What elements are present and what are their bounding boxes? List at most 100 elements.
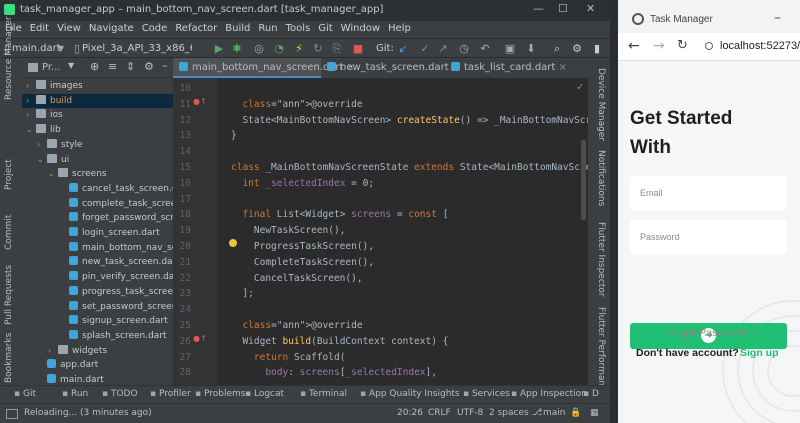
tool-app-inspection[interactable]: ▪ App Inspection: [511, 389, 587, 399]
tool-tab-flutter-performance[interactable]: Flutter Performance: [596, 307, 606, 397]
git-history-icon[interactable]: ◷: [457, 41, 471, 56]
tree-item[interactable]: forget_password_screen.dart: [22, 211, 173, 225]
stop-icon[interactable]: ■: [351, 41, 365, 56]
site-info-icon[interactable]: [705, 42, 713, 50]
tree-item[interactable]: cancel_task_screen.dart: [22, 182, 173, 196]
hot-reload-icon[interactable]: ⚡: [292, 41, 306, 56]
tree-item[interactable]: signup_screen.dart: [22, 314, 173, 328]
tool-tab-resource-manager[interactable]: Resource Manager: [4, 16, 14, 100]
tool-logcat[interactable]: ▪ Logcat: [245, 389, 284, 399]
chevron-down-icon[interactable]: ▼: [54, 41, 68, 56]
tab-task-list-card-dart[interactable]: task_list_card.dart ×: [445, 58, 588, 78]
tool-tab-bookmarks[interactable]: Bookmarks: [4, 333, 14, 383]
collapse-icon[interactable]: ≡: [108, 60, 117, 73]
device-selector[interactable]: Pixel_3a_API_33_x86_64: [82, 41, 192, 56]
tree-item[interactable]: app.dart: [22, 358, 173, 372]
profile-icon[interactable]: ◔: [272, 41, 286, 56]
gear-icon[interactable]: ⚙: [570, 41, 584, 56]
expand-arrow-icon[interactable]: ›: [37, 138, 47, 152]
attach-icon[interactable]: ⎘: [330, 41, 344, 56]
maximize-icon[interactable]: ☐: [558, 2, 568, 15]
locate-icon[interactable]: ⊕: [90, 60, 99, 73]
tree-item[interactable]: ⌄ lib: [22, 123, 173, 137]
menu-run[interactable]: Run: [253, 21, 280, 34]
tree-item[interactable]: login_screen.dart: [22, 226, 173, 240]
tree-item[interactable]: progress_task_screen.dart: [22, 285, 173, 299]
caret-position[interactable]: 20:26: [397, 408, 423, 418]
back-arrow-icon[interactable]: ←: [628, 38, 640, 54]
forward-arrow-icon[interactable]: →: [653, 38, 665, 54]
hide-icon[interactable]: –: [162, 59, 168, 72]
menu-git[interactable]: Git: [313, 21, 335, 34]
tree-item[interactable]: complete_task_screen.dart: [22, 197, 173, 211]
panel-toggle-icon[interactable]: [6, 409, 18, 419]
close-tab-icon[interactable]: ×: [555, 62, 567, 73]
tree-item[interactable]: › images: [22, 79, 173, 93]
tree-item[interactable]: › ios: [22, 108, 173, 122]
expand-arrow-icon[interactable]: ›: [26, 108, 36, 122]
tool-tab-project[interactable]: Project: [4, 159, 14, 190]
tree-item[interactable]: › build: [22, 93, 173, 108]
menu-tools[interactable]: Tools: [281, 21, 314, 34]
git-update-icon[interactable]: ↙: [396, 41, 410, 56]
menu-view[interactable]: View: [52, 21, 84, 34]
lock-icon[interactable]: 🔒: [570, 408, 581, 418]
tool-services[interactable]: ▪ Services: [463, 389, 510, 399]
tool-tab-pull-requests[interactable]: Pull Requests: [4, 265, 14, 325]
tree-item[interactable]: › widgets: [22, 344, 173, 358]
coverage-icon[interactable]: ◎: [252, 41, 266, 56]
run-icon[interactable]: ▶: [212, 41, 226, 56]
tool-d[interactable]: ▪ D: [583, 389, 599, 399]
tool-problems[interactable]: ▪ Problems: [195, 389, 245, 399]
hot-restart-icon[interactable]: ↻: [311, 41, 325, 56]
signup-link[interactable]: Sign up: [740, 347, 779, 359]
menu-refactor[interactable]: Refactor: [170, 21, 220, 34]
tool-git[interactable]: ▪ Git: [14, 389, 36, 399]
minimize-icon[interactable]: —: [533, 2, 544, 15]
user-icon[interactable]: ▮: [590, 41, 604, 56]
chevron-down-icon[interactable]: ▼: [68, 61, 74, 70]
expand-arrow-icon[interactable]: ⌄: [26, 123, 36, 137]
tool-tab-flutter-inspector[interactable]: Flutter Inspector: [596, 222, 606, 297]
forgot-password-link[interactable]: Forgot Password ?: [666, 327, 754, 339]
tool-run[interactable]: ▪ Run: [62, 389, 88, 399]
memory-indicator-icon[interactable]: ▦: [590, 408, 599, 418]
menu-help[interactable]: Help: [383, 21, 414, 34]
expand-arrow-icon[interactable]: ›: [26, 94, 36, 108]
tool-tab-notifications[interactable]: Notifications: [596, 150, 606, 206]
address-bar[interactable]: localhost:52273/#: [720, 40, 800, 52]
expand-arrow-icon[interactable]: ›: [26, 79, 36, 93]
tree-item[interactable]: › style: [22, 138, 173, 152]
gear-icon[interactable]: ⚙: [144, 60, 154, 73]
indent-setting[interactable]: 2 spaces: [489, 408, 529, 418]
tool-terminal[interactable]: ▪ Terminal: [300, 389, 347, 399]
expand-arrow-icon[interactable]: ›: [48, 344, 58, 358]
line-ending[interactable]: CRLF: [428, 408, 451, 418]
menu-window[interactable]: Window: [336, 21, 383, 34]
debug-icon[interactable]: ✱: [230, 41, 244, 56]
browser-tab-title[interactable]: Task Manager: [650, 14, 713, 25]
expand-icon[interactable]: ⇕: [126, 60, 135, 73]
sdk-manager-icon[interactable]: ⬇: [524, 41, 538, 56]
git-rollback-icon[interactable]: ↶: [478, 41, 492, 56]
git-push-icon[interactable]: ↗: [436, 41, 450, 56]
expand-arrow-icon[interactable]: ⌄: [48, 167, 58, 181]
password-field[interactable]: Password: [630, 220, 787, 254]
lightbulb-icon[interactable]: [229, 239, 237, 247]
tool-tab-device-manager[interactable]: Device Manager: [596, 68, 606, 141]
git-branch[interactable]: main: [543, 408, 566, 418]
override-marker-icon[interactable]: ●↑: [193, 97, 207, 106]
close-icon[interactable]: ✕: [586, 2, 595, 15]
menu-build[interactable]: Build: [220, 21, 253, 34]
menu-code[interactable]: Code: [137, 21, 171, 34]
tree-item[interactable]: splash_screen.dart: [22, 329, 173, 343]
device-manager-icon[interactable]: ▣: [503, 41, 517, 56]
tree-item[interactable]: set_password_screen.dart: [22, 300, 173, 314]
menu-navigate[interactable]: Navigate: [84, 21, 137, 34]
tool-todo[interactable]: ▪ TODO: [102, 389, 138, 399]
file-encoding[interactable]: UTF-8: [457, 408, 483, 418]
tree-item[interactable]: main.dart: [22, 373, 173, 385]
tool-profiler[interactable]: ▪ Profiler: [150, 389, 191, 399]
tool-app-quality-insights[interactable]: ▪ App Quality Insights: [360, 389, 460, 399]
menu-edit[interactable]: Edit: [25, 21, 52, 34]
